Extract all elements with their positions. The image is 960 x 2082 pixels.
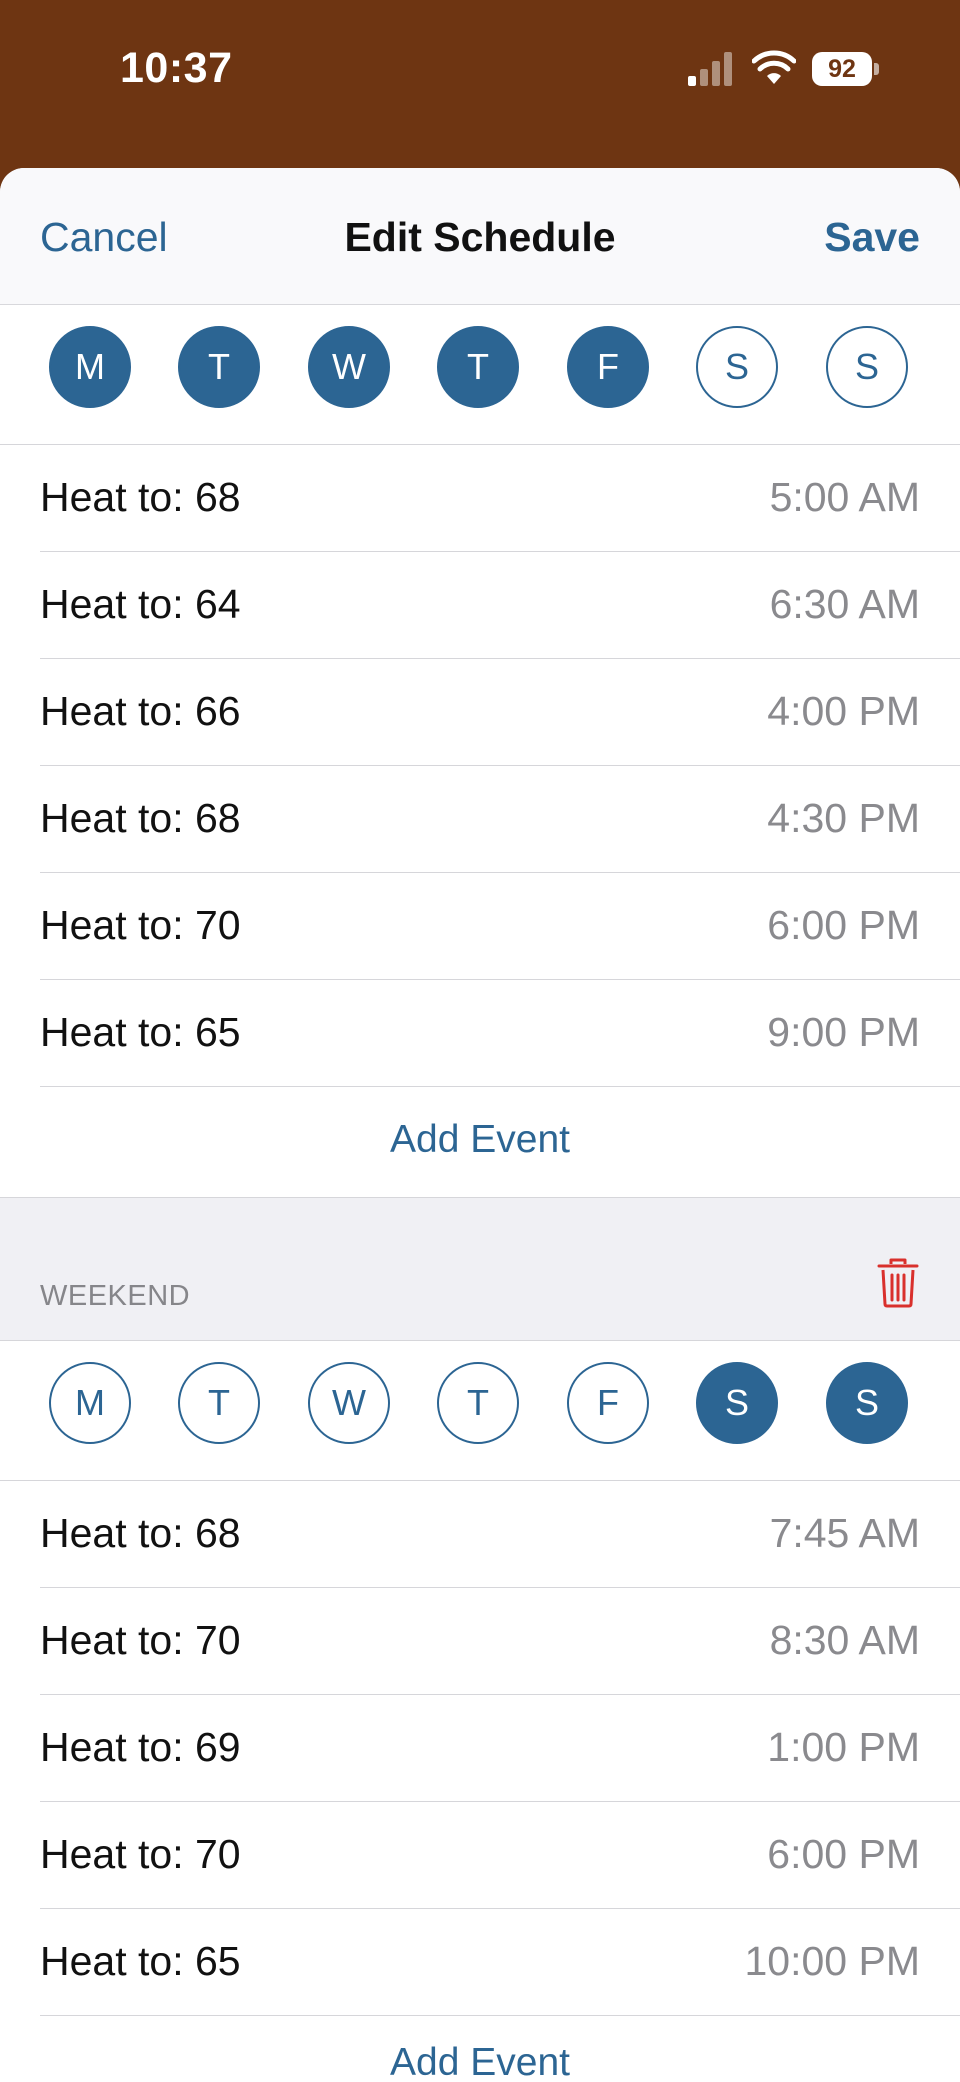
schedule-event-row[interactable]: Heat to: 69 1:00 PM: [40, 1694, 960, 1802]
weekday-day-selector: M T W T F S S: [0, 304, 960, 445]
event-time: 6:00 PM: [767, 1831, 920, 1877]
event-time: 4:30 PM: [767, 795, 920, 841]
event-setpoint: Heat to: 64: [40, 581, 241, 627]
day-toggle-sunday[interactable]: S: [826, 326, 908, 408]
event-time: 6:30 AM: [769, 581, 920, 627]
section-header-weekend: WEEKEND: [0, 1197, 960, 1341]
day-toggle-friday[interactable]: F: [567, 326, 649, 408]
event-time: 9:00 PM: [767, 1009, 920, 1055]
schedule-event-row[interactable]: Heat to: 65 9:00 PM: [40, 979, 960, 1087]
battery-level: 92: [812, 52, 872, 86]
add-event-button[interactable]: Add Event: [0, 2015, 960, 2082]
schedule-event-row[interactable]: Heat to: 65 10:00 PM: [40, 1908, 960, 2016]
event-time: 7:45 AM: [769, 1510, 920, 1556]
day-toggle-tuesday[interactable]: T: [178, 1362, 260, 1444]
add-event-button[interactable]: Add Event: [0, 1086, 960, 1193]
wifi-icon: [752, 50, 796, 84]
event-setpoint: Heat to: 65: [40, 1009, 241, 1055]
status-bar: 10:37 92: [0, 0, 960, 140]
schedule-event-row[interactable]: Heat to: 68 4:30 PM: [40, 765, 960, 873]
day-toggle-sunday[interactable]: S: [826, 1362, 908, 1444]
schedule-event-row[interactable]: Heat to: 70 6:00 PM: [40, 872, 960, 980]
event-setpoint: Heat to: 70: [40, 902, 241, 948]
battery-icon: 92: [812, 52, 880, 86]
day-toggle-thursday[interactable]: T: [437, 326, 519, 408]
edit-schedule-sheet: Cancel Edit Schedule Save M T W T F S S …: [0, 168, 960, 2082]
event-setpoint: Heat to: 68: [40, 474, 241, 520]
day-toggle-tuesday[interactable]: T: [178, 326, 260, 408]
page-title: Edit Schedule: [344, 214, 616, 260]
day-toggle-monday[interactable]: M: [49, 326, 131, 408]
event-setpoint: Heat to: 70: [40, 1831, 241, 1877]
schedule-event-row[interactable]: Heat to: 68 5:00 AM: [40, 444, 960, 552]
day-toggle-wednesday[interactable]: W: [308, 326, 390, 408]
day-toggle-monday[interactable]: M: [49, 1362, 131, 1444]
status-time: 10:37: [120, 44, 233, 92]
event-setpoint: Heat to: 66: [40, 688, 241, 734]
day-toggle-saturday[interactable]: S: [696, 1362, 778, 1444]
event-time: 10:00 PM: [744, 1938, 921, 1984]
event-time: 6:00 PM: [767, 902, 920, 948]
day-toggle-thursday[interactable]: T: [437, 1362, 519, 1444]
event-time: 5:00 AM: [769, 474, 920, 520]
event-setpoint: Heat to: 68: [40, 1510, 241, 1556]
day-toggle-wednesday[interactable]: W: [308, 1362, 390, 1444]
event-time: 4:00 PM: [767, 688, 920, 734]
event-setpoint: Heat to: 68: [40, 795, 241, 841]
navigation-bar: Cancel Edit Schedule Save: [0, 168, 960, 305]
section-title: WEEKEND: [40, 1280, 191, 1312]
schedule-event-row[interactable]: Heat to: 70 8:30 AM: [40, 1587, 960, 1695]
event-time: 1:00 PM: [767, 1724, 920, 1770]
event-setpoint: Heat to: 70: [40, 1617, 241, 1663]
schedule-event-row[interactable]: Heat to: 66 4:00 PM: [40, 658, 960, 766]
weekend-day-selector: M T W T F S S: [0, 1340, 960, 1481]
day-toggle-friday[interactable]: F: [567, 1362, 649, 1444]
day-toggle-saturday[interactable]: S: [696, 326, 778, 408]
cellular-signal-icon: [688, 52, 732, 86]
event-setpoint: Heat to: 65: [40, 1938, 241, 1984]
event-time: 8:30 AM: [769, 1617, 920, 1663]
schedule-event-row[interactable]: Heat to: 68 7:45 AM: [40, 1480, 960, 1588]
event-setpoint: Heat to: 69: [40, 1724, 241, 1770]
schedule-event-row[interactable]: Heat to: 64 6:30 AM: [40, 551, 960, 659]
schedule-event-row[interactable]: Heat to: 70 6:00 PM: [40, 1801, 960, 1909]
trash-icon[interactable]: [876, 1258, 920, 1308]
save-button[interactable]: Save: [824, 214, 920, 261]
